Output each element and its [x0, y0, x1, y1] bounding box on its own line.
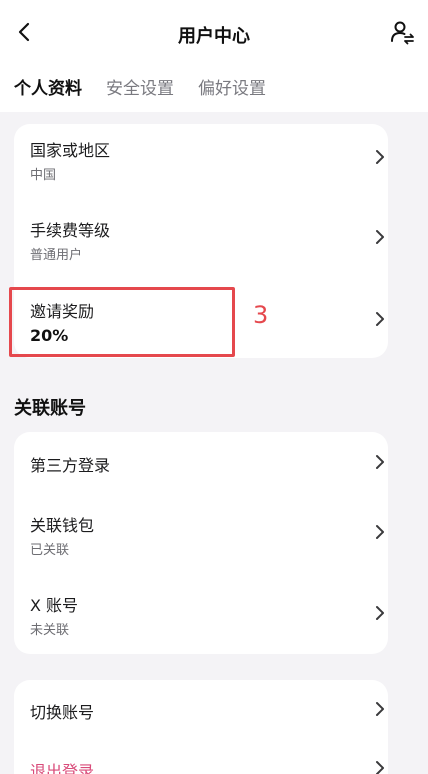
user-switch-button[interactable] — [384, 16, 420, 52]
tab-preferences[interactable]: 偏好设置 — [198, 76, 266, 106]
row-subtitle: 未关联 — [30, 623, 70, 638]
row-title: 手续费等级 — [30, 221, 111, 240]
tab-profile[interactable]: 个人资料 — [14, 76, 82, 106]
chevron-right-icon — [372, 760, 388, 774]
profile-card: 国家或地区 中国 手续费等级 普通用户 邀请奖励 20% — [14, 124, 388, 358]
row-linked-wallet[interactable]: 关联钱包 已关联 — [14, 500, 388, 576]
chevron-right-icon — [372, 229, 388, 245]
chevron-right-icon — [372, 524, 388, 540]
row-title: 国家或地区 — [30, 141, 111, 160]
row-title: 第三方登录 — [30, 456, 111, 475]
row-title: 邀请奖励 — [30, 302, 95, 321]
user-switch-icon — [389, 19, 415, 49]
row-x-account[interactable]: X 账号 未关联 — [14, 580, 388, 654]
row-invite-reward[interactable]: 邀请奖励 20% — [14, 286, 388, 358]
chevron-right-icon — [372, 454, 388, 470]
row-fee-level[interactable]: 手续费等级 普通用户 — [14, 204, 388, 282]
row-title: 关联钱包 — [30, 516, 95, 535]
account-actions-card: 切换账号 退出登录 — [14, 680, 388, 774]
tab-security[interactable]: 安全设置 — [106, 76, 174, 106]
row-logout[interactable]: 退出登录 — [14, 742, 388, 774]
row-subtitle: 中国 — [30, 168, 57, 183]
chevron-right-icon — [372, 605, 388, 621]
linked-accounts-card: 第三方登录 关联钱包 已关联 X 账号 未关联 — [14, 432, 388, 654]
page-title: 用户中心 — [178, 26, 250, 47]
chevron-right-icon — [372, 149, 388, 165]
logout-label: 退出登录 — [30, 762, 95, 774]
row-subtitle: 已关联 — [30, 543, 70, 558]
top-bar: 用户中心 个人资料 安全设置 偏好设置 — [0, 0, 428, 112]
chevron-right-icon — [372, 311, 388, 327]
row-switch-account[interactable]: 切换账号 — [14, 680, 388, 740]
invite-reward-value: 20% — [30, 326, 69, 345]
row-title: X 账号 — [30, 596, 79, 615]
row-third-party-login[interactable]: 第三方登录 — [14, 432, 388, 494]
tab-bar: 个人资料 安全设置 偏好设置 — [14, 76, 266, 106]
annotation-marker: 3 — [253, 301, 269, 329]
row-title: 切换账号 — [30, 703, 95, 722]
row-subtitle: 普通用户 — [30, 248, 83, 263]
chevron-right-icon — [372, 701, 388, 717]
row-country[interactable]: 国家或地区 中国 — [14, 124, 388, 202]
nav-row: 用户中心 — [0, 10, 428, 58]
section-title-linked: 关联账号 — [14, 398, 86, 419]
